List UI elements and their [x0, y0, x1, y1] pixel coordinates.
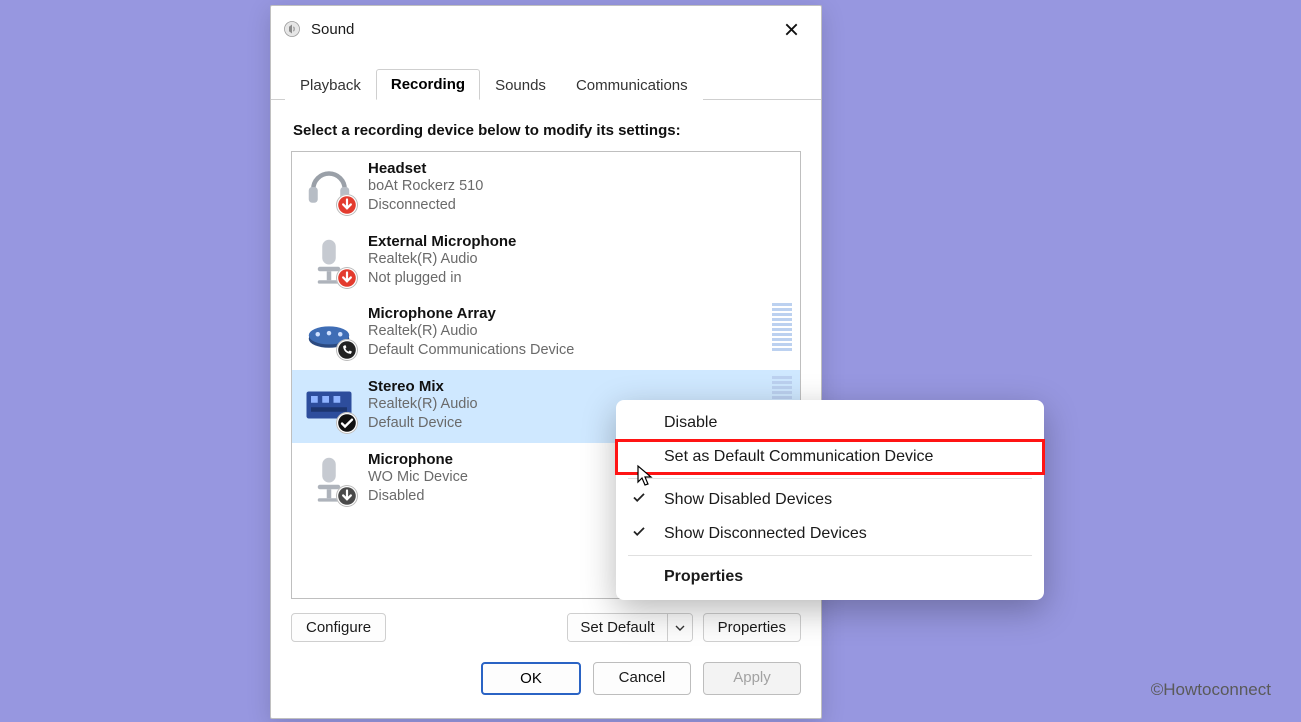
device-sub: Realtek(R) Audio — [368, 250, 516, 269]
device-name: Stereo Mix — [368, 378, 478, 395]
device-text: Microphone ArrayRealtek(R) AudioDefault … — [368, 305, 574, 360]
device-name: Microphone Array — [368, 305, 574, 322]
tab-playback[interactable]: Playback — [285, 70, 376, 100]
device-status: Disconnected — [368, 196, 483, 215]
chevron-down-icon — [675, 625, 685, 631]
status-badge-icon — [336, 412, 358, 434]
set-default-dropdown[interactable] — [668, 614, 692, 641]
stereomix-icon — [302, 378, 356, 432]
device-status: Default Communications Device — [368, 341, 574, 360]
device-name: External Microphone — [368, 233, 516, 250]
close-icon — [785, 23, 798, 36]
status-badge-icon — [336, 194, 358, 216]
ctx-set-default-comm[interactable]: Set as Default Communication Device — [616, 440, 1044, 474]
device-text: HeadsetboAt Rockerz 510Disconnected — [368, 160, 483, 215]
device-name: Headset — [368, 160, 483, 177]
ctx-properties[interactable]: Properties — [616, 560, 1044, 594]
device-text: External MicrophoneRealtek(R) AudioNot p… — [368, 233, 516, 288]
sound-icon — [283, 20, 301, 38]
headset-icon — [302, 160, 356, 214]
set-default-splitbutton[interactable]: Set Default — [567, 613, 692, 642]
tab-sounds[interactable]: Sounds — [480, 70, 561, 100]
dialog-button-row: OK Cancel Apply — [271, 656, 821, 713]
level-meter — [772, 303, 792, 351]
close-button[interactable] — [771, 14, 811, 44]
apply-button[interactable]: Apply — [703, 662, 801, 695]
status-badge-icon — [336, 267, 358, 289]
ctx-separator — [628, 555, 1032, 556]
micarray-icon — [302, 305, 356, 359]
device-status: Not plugged in — [368, 269, 516, 288]
device-sub: WO Mic Device — [368, 468, 468, 487]
check-icon — [632, 525, 646, 544]
tab-bar: Playback Recording Sounds Communications — [271, 48, 821, 100]
device-text: Stereo MixRealtek(R) AudioDefault Device — [368, 378, 478, 433]
device-item[interactable]: HeadsetboAt Rockerz 510Disconnected — [292, 152, 800, 225]
check-icon — [632, 491, 646, 510]
mic-icon — [302, 451, 356, 505]
ctx-disable[interactable]: Disable — [616, 406, 1044, 440]
status-badge-icon — [336, 339, 358, 361]
sound-dialog: Sound Playback Recording Sounds Communic… — [270, 5, 822, 719]
mic-icon — [302, 233, 356, 287]
tab-recording[interactable]: Recording — [376, 69, 480, 100]
device-status: Default Device — [368, 414, 478, 433]
tab-communications[interactable]: Communications — [561, 70, 703, 100]
device-sub: Realtek(R) Audio — [368, 395, 478, 414]
properties-button[interactable]: Properties — [703, 613, 801, 642]
device-name: Microphone — [368, 451, 468, 468]
cancel-button[interactable]: Cancel — [593, 662, 691, 695]
titlebar: Sound — [271, 6, 821, 48]
status-badge-icon — [336, 485, 358, 507]
set-default-button[interactable]: Set Default — [568, 614, 667, 641]
configure-button[interactable]: Configure — [291, 613, 386, 642]
ctx-separator — [628, 478, 1032, 479]
device-text: MicrophoneWO Mic DeviceDisabled — [368, 451, 468, 506]
ctx-show-disconnected-label: Show Disconnected Devices — [664, 525, 867, 543]
device-sub: boAt Rockerz 510 — [368, 177, 483, 196]
device-sub: Realtek(R) Audio — [368, 322, 574, 341]
ctx-show-disabled-label: Show Disabled Devices — [664, 491, 832, 509]
panel-button-row: Configure Set Default Properties — [271, 599, 821, 656]
ok-button[interactable]: OK — [481, 662, 581, 695]
ctx-show-disabled[interactable]: Show Disabled Devices — [616, 483, 1044, 517]
device-item[interactable]: External MicrophoneRealtek(R) AudioNot p… — [292, 225, 800, 298]
watermark: ©Howtoconnect — [1151, 680, 1271, 700]
device-status: Disabled — [368, 487, 468, 506]
context-menu: Disable Set as Default Communication Dev… — [616, 400, 1044, 600]
instruction-text: Select a recording device below to modif… — [293, 122, 799, 139]
window-title: Sound — [311, 21, 771, 38]
device-item[interactable]: Microphone ArrayRealtek(R) AudioDefault … — [292, 297, 800, 370]
ctx-show-disconnected[interactable]: Show Disconnected Devices — [616, 517, 1044, 551]
